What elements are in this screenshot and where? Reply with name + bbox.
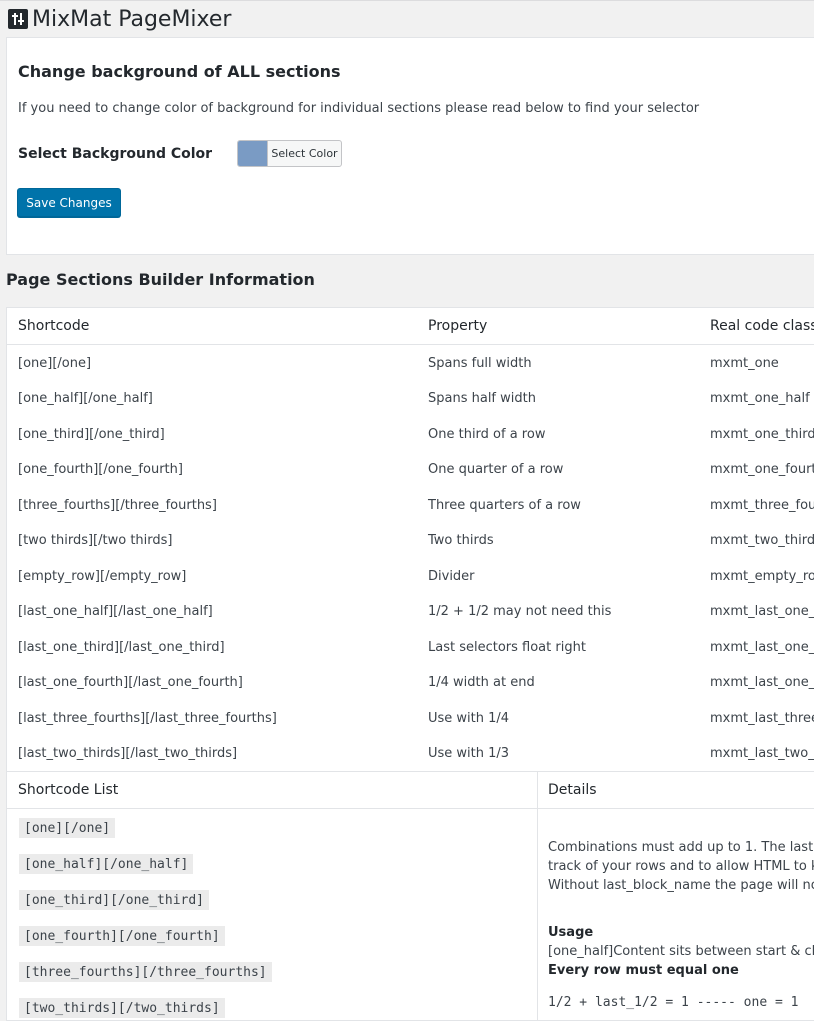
property-cell: Divider bbox=[428, 568, 475, 584]
table-row: [one_fourth][/one_fourth] One quarter of … bbox=[7, 452, 814, 488]
table-row: [one_half][/one_half] Spans half width mxm… bbox=[7, 381, 814, 417]
shortcode-cell: [last_two_thirds][/last_two_thirds] bbox=[18, 746, 238, 761]
property-cell: Two thirds bbox=[428, 533, 494, 548]
shortcode-cell: [one_third][/one_third] bbox=[18, 426, 165, 442]
shortcode-cell: [last_one_third][/last_one_third] bbox=[18, 639, 225, 655]
settings-description: If you need to change color of backgroun… bbox=[18, 101, 700, 116]
settings-heading: Change background of ALL sections bbox=[18, 62, 341, 81]
details-header: Details bbox=[548, 782, 597, 798]
table-row: [two thirds][/two thirds] Two thirds mxmt_… bbox=[7, 523, 814, 559]
color-swatch[interactable] bbox=[238, 141, 268, 166]
usage-label: Usage bbox=[548, 925, 594, 940]
column-divider bbox=[537, 772, 538, 1020]
property-cell: 1/4 width at end bbox=[428, 675, 535, 690]
table-row: [last_one_half][/last_one_half] 1/2 + 1/2… bbox=[7, 594, 814, 630]
class-cell: mxmt_one_half bbox=[710, 391, 810, 406]
background-color-label: Select Background Color bbox=[18, 146, 213, 162]
column-header-class: Real code class bbox=[710, 318, 814, 334]
column-header-property: Property bbox=[428, 318, 488, 334]
top-border bbox=[0, 0, 814, 1]
table-row: [last_two_thirds][/last_two_thirds] Use w… bbox=[7, 736, 814, 772]
property-cell: Use with 1/3 bbox=[428, 746, 510, 761]
table-row: [empty_row][/empty_row] Divider mxmt_empty… bbox=[7, 558, 814, 594]
property-cell: 1/2 + 1/2 may not need this bbox=[428, 604, 612, 619]
shortcode-cell: [one_fourth][/one_fourth] bbox=[18, 462, 183, 477]
property-cell: Three quarters of a row bbox=[428, 497, 581, 513]
class-cell: mxmt_last_two_thirds bbox=[710, 746, 814, 761]
table-row: [last_one_third][/last_one_third] Last se… bbox=[7, 629, 814, 665]
save-changes-button[interactable]: Save Changes bbox=[17, 188, 121, 217]
sliders-icon bbox=[8, 9, 28, 29]
info-table: Shortcode Property Real code class [one]… bbox=[6, 307, 814, 772]
shortcode-list-header: Shortcode List bbox=[18, 782, 119, 798]
details-text-line: Combinations must add up to 1. The last … bbox=[548, 840, 814, 855]
info-table-header: Shortcode Property Real code class bbox=[7, 308, 814, 345]
table-row: [last_three_fourths][/last_three_fourths… bbox=[7, 700, 814, 736]
class-cell: mxmt_last_one_third bbox=[710, 639, 814, 655]
property-cell: Spans half width bbox=[428, 391, 536, 406]
list-item: [three_fourths][/three_fourths] bbox=[19, 962, 272, 982]
shortcode-cell: [last_one_fourth][/last_one_fourth] bbox=[18, 675, 243, 690]
class-cell: mxmt_one_third bbox=[710, 426, 814, 442]
shortcode-cell: [empty_row][/empty_row] bbox=[18, 568, 187, 584]
table-row: [three_fourths][/three_fourths] Three qua… bbox=[7, 487, 814, 523]
shortcode-cell: [one][/one] bbox=[18, 355, 92, 371]
shortcode-cell: [last_three_fourths][/last_three_fourths… bbox=[18, 710, 277, 726]
class-cell: mxmt_one bbox=[710, 355, 779, 371]
shortcode-cell: [two thirds][/two thirds] bbox=[18, 533, 173, 548]
shortcode-details-table: Shortcode List Details [one][/one] [one_h… bbox=[6, 771, 814, 1021]
section-info-title: Page Sections Builder Information bbox=[6, 270, 315, 289]
table-row: [one_third][/one_third] One third of a ro… bbox=[7, 416, 814, 452]
list-item: [one_half][/one_half] bbox=[19, 854, 194, 874]
property-cell: Use with 1/4 bbox=[428, 710, 510, 726]
class-cell: mxmt_one_fourth bbox=[710, 462, 814, 477]
list-item: [one][/one] bbox=[19, 818, 116, 838]
shortcode-cell: [one_half][/one_half] bbox=[18, 391, 153, 406]
header-divider bbox=[7, 808, 814, 809]
list-item: [one_third][/one_third] bbox=[19, 890, 210, 910]
page-header: MixMat PageMixer bbox=[8, 4, 231, 34]
background-settings-card: Change background of ALL sections If you… bbox=[6, 37, 814, 255]
list-item: [one_fourth][/one_fourth] bbox=[19, 926, 225, 946]
example-line: 1/2 + last_1/2 = 1 ----- one = 1 bbox=[548, 995, 799, 1010]
details-text-line: Without last_block_name the page will no… bbox=[548, 878, 814, 893]
class-cell: mxmt_two_thirds bbox=[710, 533, 814, 548]
class-cell: mxmt_last_one_half bbox=[710, 604, 814, 619]
shortcode-cell: [three_fourths][/three_fourths] bbox=[18, 497, 217, 513]
class-cell: mxmt_three_fourths bbox=[710, 497, 814, 513]
page-title: MixMat PageMixer bbox=[32, 6, 232, 32]
usage-text: [one_half]Content sits between start & c… bbox=[548, 944, 814, 959]
property-cell: Last selectors float right bbox=[428, 639, 586, 655]
class-cell: mxmt_empty_row bbox=[710, 568, 814, 584]
property-cell: One third of a row bbox=[428, 426, 546, 442]
class-cell: mxmt_last_three_fourths bbox=[710, 710, 814, 726]
property-cell: One quarter of a row bbox=[428, 462, 564, 477]
column-header-shortcode: Shortcode bbox=[18, 318, 90, 334]
shortcode-cell: [last_one_half][/last_one_half] bbox=[18, 604, 213, 619]
color-picker-label: Select Color bbox=[271, 147, 338, 160]
color-picker-button[interactable]: Select Color bbox=[237, 140, 342, 167]
property-cell: Spans full width bbox=[428, 355, 532, 371]
table-row: [one][/one] Spans full width mxmt_one bbox=[7, 345, 814, 381]
class-cell: mxmt_last_one_fourth bbox=[710, 675, 814, 690]
row-rule: Every row must equal one bbox=[548, 963, 739, 978]
details-text-line: track of your rows and to allow HTML to … bbox=[548, 859, 814, 874]
table-row: [last_one_fourth][/last_one_fourth] 1/4 w… bbox=[7, 665, 814, 701]
list-item: [two_thirds][/two_thirds] bbox=[19, 998, 225, 1018]
